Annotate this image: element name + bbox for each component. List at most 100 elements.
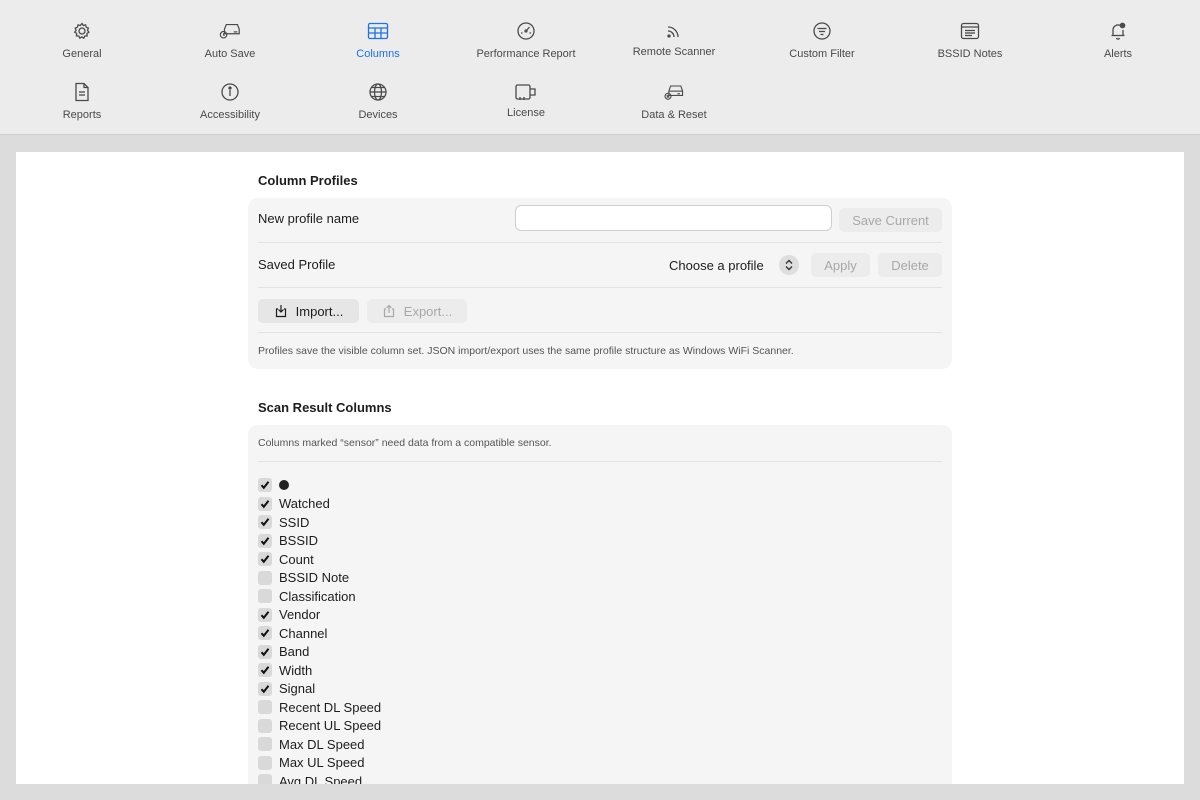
checkbox-unchecked[interactable]: [258, 774, 272, 784]
column-checkbox-row[interactable]: Channel: [258, 624, 381, 643]
column-checkbox-row[interactable]: Max DL Speed: [258, 735, 381, 754]
import-label: Import...: [295, 303, 344, 319]
column-label: Channel: [279, 625, 328, 641]
checkmark-icon: [260, 481, 270, 490]
tab-label: Alerts: [1103, 48, 1133, 60]
column-checkbox-row[interactable]: Watched: [258, 495, 381, 514]
accessibility-icon: [218, 80, 242, 104]
column-checkbox-row[interactable]: Recent UL Speed: [258, 717, 381, 736]
checkmark-icon: [260, 666, 270, 675]
tab-custom-filter[interactable]: Custom Filter: [748, 13, 896, 69]
delete-button[interactable]: Delete: [878, 253, 942, 277]
tab-label: Devices: [358, 109, 398, 121]
checkbox-checked[interactable]: [258, 626, 272, 641]
checkmark-icon: [260, 518, 270, 527]
column-checkbox-row[interactable]: BSSID: [258, 532, 381, 551]
column-label: Recent DL Speed: [279, 699, 382, 715]
sensor-note: Columns marked “sensor” need data from a…: [258, 437, 552, 449]
tab-label: Columns: [356, 48, 400, 60]
tab-label: License: [507, 107, 545, 119]
preferences-toolbar: General Auto Save Columns Performance Re…: [0, 0, 1200, 135]
tab-performance-report[interactable]: Performance Report: [452, 13, 600, 69]
apply-button[interactable]: Apply: [811, 253, 870, 277]
checkbox-checked[interactable]: [258, 607, 272, 622]
column-label: Recent UL Speed: [279, 718, 382, 734]
bell-icon: [1106, 19, 1130, 43]
tab-license[interactable]: License: [452, 74, 600, 130]
choose-profile-popup[interactable]: Choose a profile: [669, 258, 764, 273]
column-label: Watched: [279, 496, 330, 512]
tab-general[interactable]: General: [8, 13, 156, 69]
tab-accessibility[interactable]: Accessibility: [156, 74, 304, 130]
column-checkbox-row[interactable]: [258, 476, 381, 495]
tab-devices[interactable]: Devices: [304, 74, 452, 130]
divider: [258, 332, 942, 333]
checkbox-checked[interactable]: [258, 496, 272, 511]
tab-label: Custom Filter: [789, 48, 855, 60]
gauge-icon: [514, 19, 538, 43]
column-checkbox-row[interactable]: Classification: [258, 587, 381, 606]
checkbox-checked[interactable]: [258, 552, 272, 567]
column-checkbox-row[interactable]: Max UL Speed: [258, 754, 381, 773]
tab-data-reset[interactable]: Data & Reset: [600, 74, 748, 130]
checkbox-checked[interactable]: [258, 533, 272, 548]
table-icon: [366, 19, 390, 43]
checkbox-unchecked[interactable]: [258, 589, 272, 604]
tab-auto-save[interactable]: Auto Save: [156, 13, 304, 69]
column-label: Band: [279, 644, 310, 660]
new-profile-label: New profile name: [258, 211, 360, 226]
popup-stepper-icon[interactable]: [779, 255, 799, 275]
column-checkbox-row[interactable]: SSID: [258, 513, 381, 532]
checkbox-unchecked[interactable]: [258, 755, 272, 770]
checkbox-checked[interactable]: [258, 644, 272, 659]
tab-remote-scanner[interactable]: Remote Scanner: [600, 13, 748, 69]
checkbox-checked[interactable]: [258, 681, 272, 696]
column-label: Width: [279, 662, 313, 678]
checkbox-unchecked[interactable]: [258, 718, 272, 733]
scan-result-columns-box: Columns marked “sensor” need data from a…: [248, 425, 952, 784]
checkbox-checked[interactable]: [258, 515, 272, 530]
column-checkbox-row[interactable]: Band: [258, 643, 381, 662]
column-label: Avg DL Speed: [279, 773, 363, 784]
tab-columns[interactable]: Columns: [304, 13, 452, 69]
tab-alerts[interactable]: Alerts: [1044, 13, 1192, 69]
column-label: Vendor: [279, 607, 321, 623]
tab-reports[interactable]: Reports: [8, 74, 156, 130]
column-label: BSSID Note: [279, 570, 350, 586]
column-label: Max DL Speed: [279, 736, 365, 752]
checkbox-unchecked[interactable]: [258, 700, 272, 715]
tab-label: Performance Report: [476, 48, 576, 60]
checkmark-icon: [260, 499, 270, 509]
checkmark-icon: [260, 536, 270, 546]
import-button[interactable]: Import...: [258, 299, 359, 323]
export-button[interactable]: Export...: [367, 299, 467, 323]
column-checkbox-row[interactable]: Vendor: [258, 606, 381, 625]
column-checkbox-row[interactable]: Recent DL Speed: [258, 698, 381, 717]
save-current-button[interactable]: Save Current: [839, 208, 942, 232]
tab-label: Auto Save: [204, 48, 256, 60]
tab-label: Data & Reset: [641, 109, 707, 121]
checkmark-icon: [260, 610, 270, 620]
tab-bssid-notes[interactable]: BSSID Notes: [896, 13, 1044, 69]
divider: [258, 287, 942, 288]
checkbox-checked[interactable]: [258, 663, 272, 678]
column-label: Signal: [279, 681, 316, 697]
checkbox-checked[interactable]: [258, 478, 272, 493]
checkbox-unchecked[interactable]: [258, 737, 272, 752]
column-label: Count: [279, 551, 314, 567]
new-profile-name-input[interactable]: [515, 205, 832, 231]
tab-label: Accessibility: [200, 109, 260, 121]
gear-icon: [70, 19, 94, 43]
column-checklist: Watched SSID BSSID Count BSSID Note Classific…: [258, 476, 381, 784]
drive-reset-icon: [662, 80, 686, 104]
column-checkbox-row[interactable]: Width: [258, 661, 381, 680]
column-checkbox-row[interactable]: Signal: [258, 680, 381, 699]
column-checkbox-row[interactable]: Avg DL Speed: [258, 772, 381, 784]
export-label: Export...: [403, 303, 453, 319]
column-checkbox-row[interactable]: BSSID Note: [258, 569, 381, 588]
column-checkbox-row[interactable]: Count: [258, 550, 381, 569]
checkbox-unchecked[interactable]: [258, 570, 272, 585]
column-label: Classification: [279, 588, 356, 604]
tab-label: Reports: [62, 109, 102, 121]
status-dot-label: [279, 478, 289, 493]
